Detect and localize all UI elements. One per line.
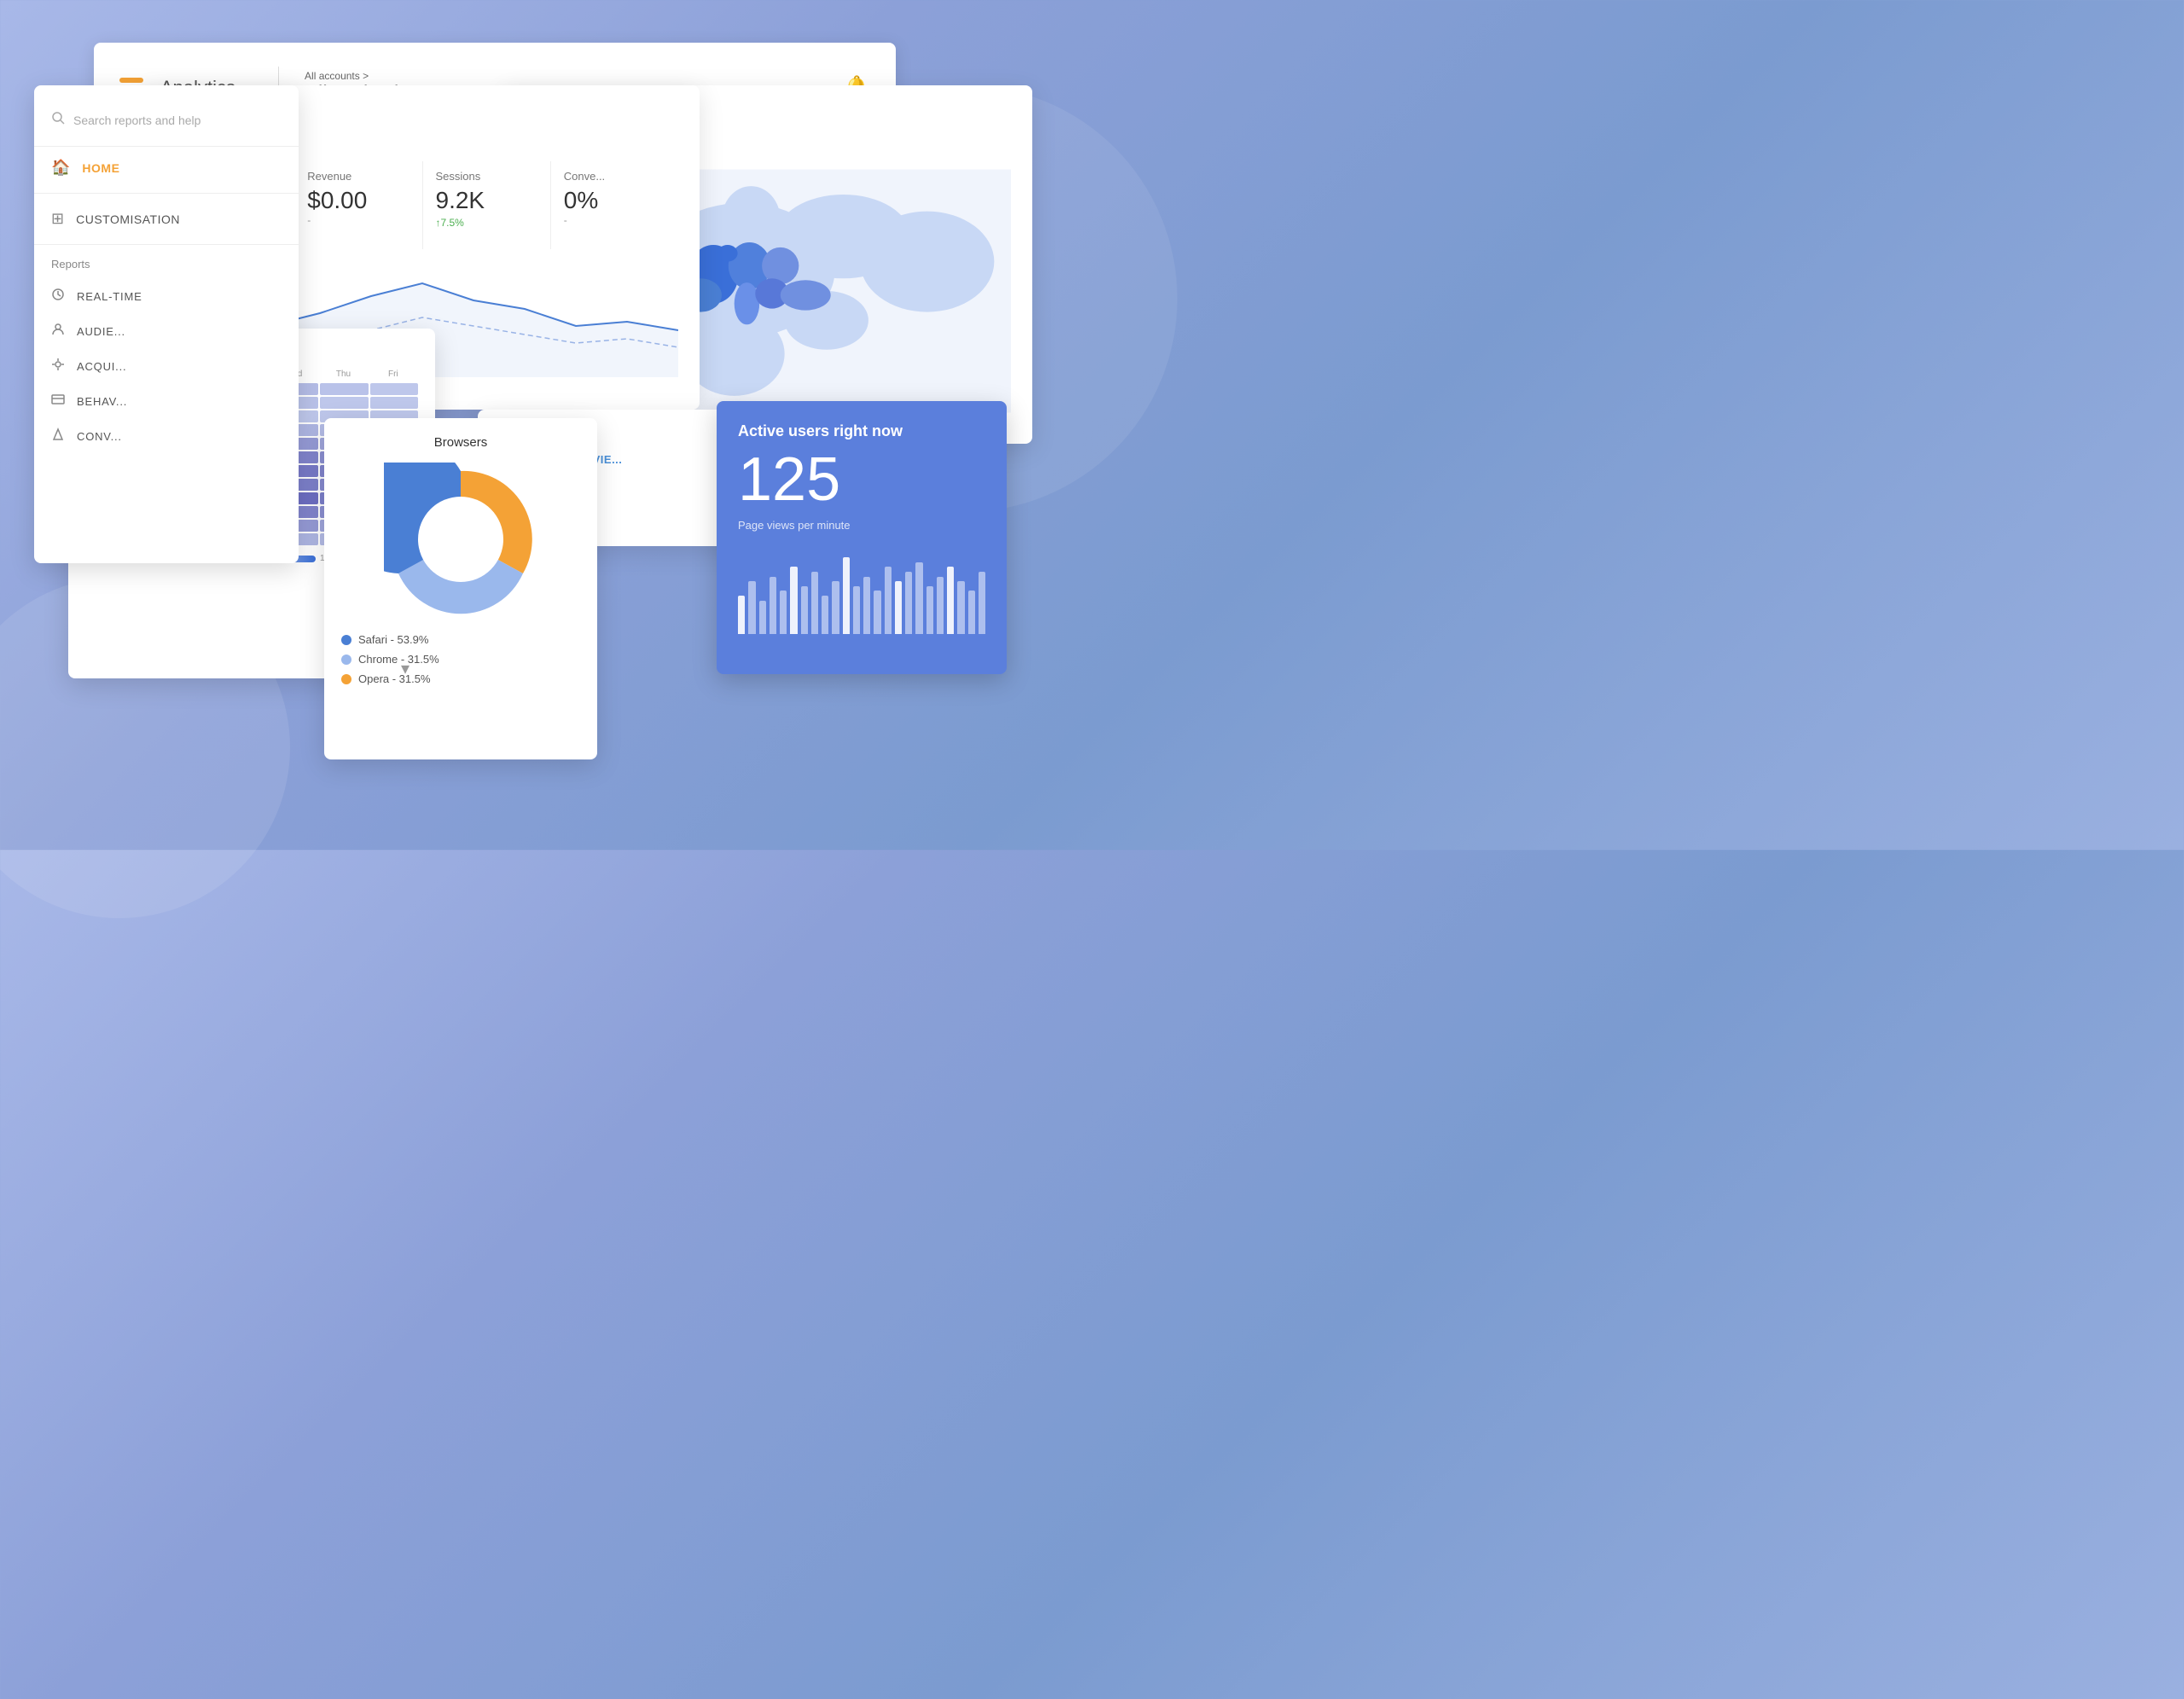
realtime-label: REAL-TIME [77,290,142,303]
safari-dot [341,635,351,645]
conv-sub: - [564,214,665,226]
heatmap-cell [370,383,418,395]
realtime-icon [51,288,65,305]
bar-item [843,557,850,634]
active-sub: Page views per minute [738,519,985,532]
customisation-label: CUSTOMISATION [76,212,180,226]
active-title: Active users right now [738,422,985,440]
metric-revenue: Revenue $0.00 - [294,161,422,249]
logo-bar-1 [119,78,143,83]
nav-divider [34,193,299,194]
sidebar-item-acquisition[interactable]: ACQUI... [34,349,299,384]
home-icon: 🏠 [51,159,70,177]
bar-item [968,591,975,634]
metric-conversions: Conve... 0% - [551,161,678,249]
active-users-card: Active users right now 125 Page views pe… [717,401,1007,674]
bar-item [905,572,912,634]
sidebar-item-conversions[interactable]: CONV... [34,419,299,454]
conversions-icon [51,428,65,445]
bar-chart [738,549,985,634]
sessions-change: ↑7.5% [436,217,537,229]
day-fri: Fri [369,369,418,379]
legend-chrome: Chrome - 31.5% [341,653,580,666]
opera-dot [341,674,351,684]
legend-opera: Opera - 31.5% [341,672,580,685]
sidebar-item-home[interactable]: 🏠 HOME [34,147,299,189]
behavior-icon [51,393,65,410]
search-placeholder: Search reports and help [73,113,200,127]
reports-section: Reports [34,249,299,279]
bar-item [832,581,839,634]
behavior-label: BEHAV... [77,395,127,408]
audience-icon [51,323,65,340]
bar-item [853,586,860,634]
revenue-label: Revenue [307,170,409,183]
sidebar-item-realtime[interactable]: REAL-TIME [34,279,299,314]
browsers-legend: Safari - 53.9% Chrome - 31.5% Opera - 31… [341,633,580,685]
sidebar-card: Search reports and help 🏠 HOME ⊞ CUSTOMI… [34,85,299,563]
donut-chart [341,463,580,616]
bar-item [979,572,985,634]
legend-safari: Safari - 53.9% [341,633,580,646]
bar-item [885,567,892,634]
browsers-title: Browsers [341,435,580,450]
conv-label: Conve... [564,170,665,183]
bar-item [947,567,954,634]
sessions-value: 9.2K [436,187,537,214]
bar-item [801,586,808,634]
revenue-sub: - [307,214,409,226]
bar-item [937,577,944,635]
reports-divider [34,244,299,245]
bar-item [874,591,880,634]
customisation-icon: ⊞ [51,210,64,228]
safari-label: Safari - 53.9% [358,633,428,646]
bar-item [811,572,818,634]
audience-label: AUDIE... [77,325,125,338]
chrome-dot [341,655,351,665]
bar-item [822,596,828,634]
chrome-label: Chrome - 31.5% [358,653,439,666]
conversions-label: CONV... [77,430,122,443]
heatmap-cell [320,397,368,409]
bar-item [895,581,902,634]
bar-item [863,577,870,635]
bar-item [770,577,776,635]
reports-label: Reports [51,258,282,271]
sessions-label: Sessions [436,170,537,183]
bar-item [926,586,933,634]
home-label: HOME [82,161,119,175]
sidebar-item-behavior[interactable]: BEHAV... [34,384,299,419]
breadcrumb-top: All accounts > [305,70,465,82]
acquisition-label: ACQUI... [77,360,126,373]
dropdown-arrow-icon[interactable]: ▾ [401,658,410,679]
heatmap-cell [370,397,418,409]
browsers-card: Browsers Safari - 53.9% Chrome - 31.5% O… [324,418,597,759]
bar-item [915,562,922,634]
bar-item [790,567,797,634]
heatmap-cell [320,383,368,395]
acquisition-icon [51,358,65,375]
day-thu: Thu [318,369,368,379]
active-number: 125 [738,449,985,510]
opera-label: Opera - 31.5% [358,672,431,685]
sidebar-item-audience[interactable]: AUDIE... [34,314,299,349]
bar-item [759,601,766,634]
bar-item [957,581,964,634]
revenue-value: $0.00 [307,187,409,214]
search-icon [51,111,65,129]
sidebar-search[interactable]: Search reports and help [34,102,299,147]
bar-item [780,591,787,634]
conv-value: 0% [564,187,665,214]
bar-item [748,581,755,634]
bar-item [738,596,745,634]
metric-sessions: Sessions 9.2K ↑7.5% [423,161,551,249]
sidebar-item-customisation[interactable]: ⊞ CUSTOMISATION [34,198,299,240]
